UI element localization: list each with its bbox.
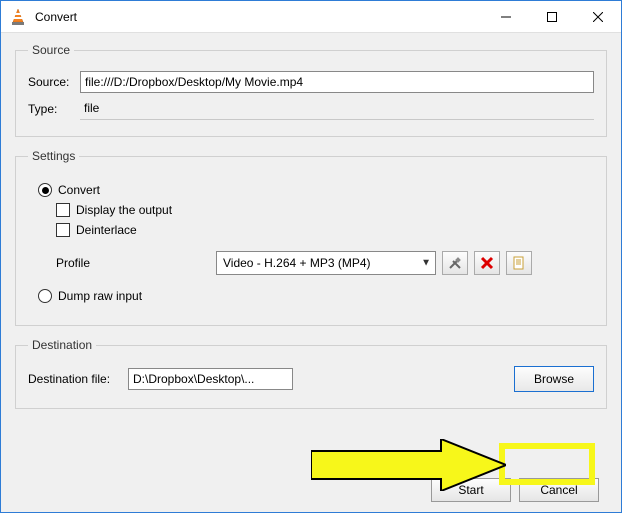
deinterlace-label: Deinterlace (76, 223, 137, 237)
source-label: Source: (28, 75, 80, 89)
checkbox-icon (56, 223, 70, 237)
app-icon (9, 8, 27, 26)
settings-group: Settings Convert Display the output Dein… (15, 149, 607, 326)
content-area: Source Source: Type: file Settings Conve… (1, 33, 621, 472)
minimize-button[interactable] (483, 1, 529, 33)
browse-button[interactable]: Browse (514, 366, 594, 392)
new-file-icon (512, 256, 526, 270)
start-button-label: Start (458, 483, 483, 497)
edit-profile-button[interactable] (442, 251, 468, 275)
delete-profile-button[interactable] (474, 251, 500, 275)
cancel-button[interactable]: Cancel (519, 478, 599, 502)
destination-group: Destination Destination file: Browse (15, 338, 607, 409)
start-button[interactable]: Start (431, 478, 511, 502)
tools-icon (447, 255, 463, 271)
titlebar: Convert (1, 1, 621, 33)
cancel-button-label: Cancel (540, 483, 577, 497)
convert-radio[interactable]: Convert (38, 183, 594, 197)
chevron-down-icon: ▼ (421, 258, 431, 269)
radio-unselected-icon (38, 289, 52, 303)
maximize-button[interactable] (529, 1, 575, 33)
checkbox-icon (56, 203, 70, 217)
close-button[interactable] (575, 1, 621, 33)
destination-label: Destination file: (28, 372, 128, 386)
settings-legend: Settings (28, 149, 79, 163)
dialog-footer: Start Cancel (1, 472, 621, 512)
display-output-label: Display the output (76, 203, 172, 217)
source-legend: Source (28, 43, 74, 57)
source-group: Source Source: Type: file (15, 43, 607, 137)
convert-radio-label: Convert (58, 183, 100, 197)
dump-raw-radio[interactable]: Dump raw input (38, 289, 594, 303)
convert-dialog: Convert Source Source: Type: file (0, 0, 622, 513)
radio-selected-icon (38, 183, 52, 197)
display-output-checkbox[interactable]: Display the output (56, 203, 594, 217)
deinterlace-checkbox[interactable]: Deinterlace (56, 223, 594, 237)
dump-raw-label: Dump raw input (58, 289, 142, 303)
profile-label: Profile (56, 256, 216, 270)
window-title: Convert (35, 10, 483, 24)
window-buttons (483, 1, 621, 33)
type-value: file (80, 97, 594, 120)
new-profile-button[interactable] (506, 251, 532, 275)
x-red-icon (480, 256, 494, 270)
destination-input[interactable] (128, 368, 293, 390)
browse-button-label: Browse (534, 372, 574, 386)
source-input[interactable] (80, 71, 594, 93)
profile-value: Video - H.264 + MP3 (MP4) (223, 256, 371, 270)
profile-select[interactable]: Video - H.264 + MP3 (MP4) ▼ (216, 251, 436, 275)
type-label: Type: (28, 102, 80, 116)
destination-legend: Destination (28, 338, 96, 352)
